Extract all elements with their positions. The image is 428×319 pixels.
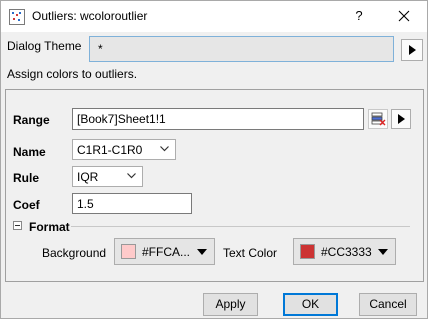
- background-color-swatch: [121, 244, 136, 259]
- background-color-value: #FFCA...: [142, 245, 191, 259]
- format-section-label: Format: [29, 220, 70, 234]
- text-color-label: Text Color: [223, 246, 278, 260]
- origin-app-icon: [9, 9, 25, 25]
- chevron-down-icon: [160, 146, 169, 152]
- close-icon: [398, 10, 410, 22]
- range-select-icon: [371, 112, 386, 126]
- coef-label: Coef: [13, 198, 40, 212]
- background-color-dropdown[interactable]: #FFCA...: [114, 238, 215, 265]
- close-button[interactable]: [387, 4, 421, 28]
- help-button[interactable]: ?: [345, 4, 373, 28]
- text-color-value: #CC3333: [321, 245, 372, 259]
- name-value: C1R1-C1R0: [77, 143, 143, 157]
- range-menu-button[interactable]: [391, 109, 411, 129]
- dialog-description: Assign colors to outliers.: [7, 67, 138, 81]
- theme-menu-button[interactable]: [401, 39, 423, 61]
- chevron-down-icon: [127, 173, 136, 179]
- rule-value: IQR: [77, 170, 99, 184]
- range-label: Range: [13, 113, 50, 127]
- rule-dropdown[interactable]: IQR: [72, 166, 143, 187]
- cancel-button[interactable]: Cancel: [359, 293, 417, 316]
- apply-button[interactable]: Apply: [203, 293, 258, 316]
- collapse-icon[interactable]: [13, 221, 22, 230]
- background-label: Background: [42, 246, 107, 260]
- range-input[interactable]: [Book7]Sheet1!1: [72, 108, 364, 130]
- range-select-button[interactable]: [368, 109, 388, 129]
- format-divider: [71, 226, 410, 227]
- text-color-dropdown[interactable]: #CC3333: [293, 238, 396, 265]
- rule-label: Rule: [13, 171, 40, 185]
- play-arrow-icon: [409, 45, 416, 55]
- dialog-theme-field[interactable]: *: [89, 36, 394, 62]
- dialog-window: Outliers: wcoloroutlier ? Dialog Theme *…: [0, 0, 428, 319]
- play-arrow-icon: [398, 114, 405, 124]
- name-dropdown[interactable]: C1R1-C1R0: [72, 139, 176, 160]
- text-color-swatch: [300, 244, 315, 259]
- ok-button[interactable]: OK: [283, 293, 338, 316]
- title-bar: Outliers: wcoloroutlier ?: [1, 1, 427, 32]
- caret-down-icon: [378, 249, 388, 255]
- caret-down-icon: [197, 249, 207, 255]
- window-title: Outliers: wcoloroutlier: [32, 9, 148, 23]
- name-label: Name: [13, 145, 46, 159]
- dialog-theme-label: Dialog Theme: [7, 39, 82, 53]
- coef-input[interactable]: 1.5: [72, 193, 192, 214]
